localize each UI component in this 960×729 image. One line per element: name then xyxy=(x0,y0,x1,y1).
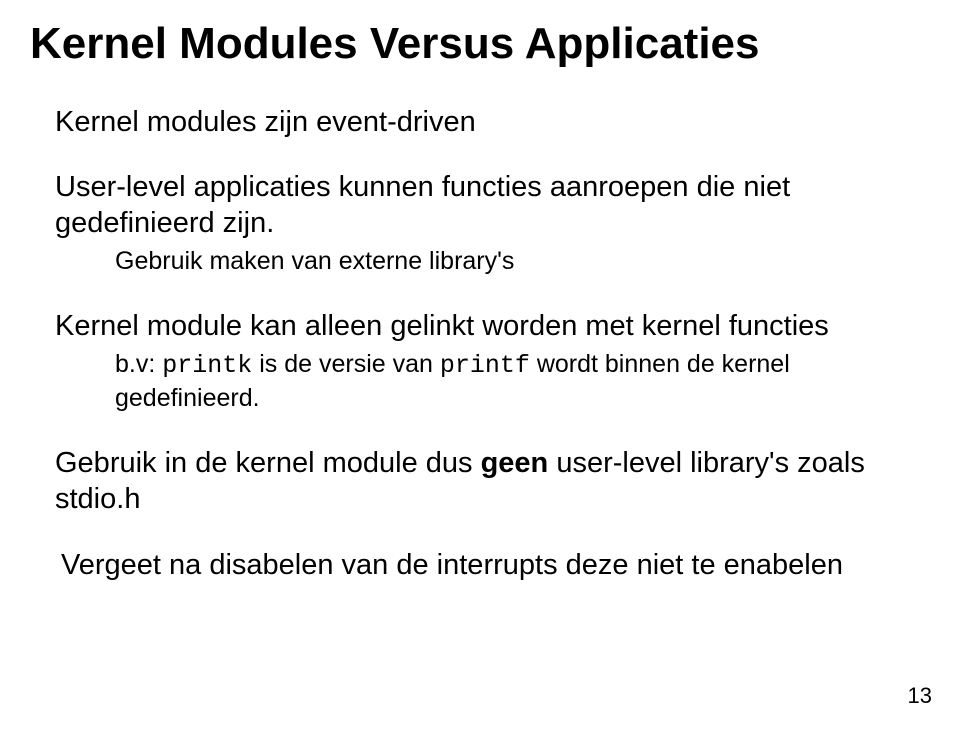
page-number: 13 xyxy=(908,683,932,709)
bullet-5: Vergeet na disabelen van de interrupts d… xyxy=(61,547,918,583)
bullet-1: Kernel modules zijn event-driven xyxy=(55,104,918,140)
line4-bold: geen xyxy=(481,447,549,479)
bullet-2: User-level applicaties kunnen functies a… xyxy=(55,169,918,242)
sub2-mid: is de versie van xyxy=(252,350,440,378)
bullet-3: Kernel module kan alleen gelinkt worden … xyxy=(55,308,918,344)
sub2-code2: printf xyxy=(440,351,530,380)
sub2-prefix: b.v: xyxy=(115,350,162,378)
bullet-2-sub: Gebruik maken van externe library's xyxy=(115,245,918,278)
line4-prefix: Gebruik in de kernel module dus xyxy=(55,447,481,479)
slide: Kernel Modules Versus Applicaties Kernel… xyxy=(0,0,960,729)
slide-title: Kernel Modules Versus Applicaties xyxy=(30,20,918,68)
bullet-3-sub: b.v: printk is de versie van printf word… xyxy=(115,348,918,415)
bullet-4: Gebruik in de kernel module dus geen use… xyxy=(55,445,918,518)
sub2-code1: printk xyxy=(162,351,252,380)
